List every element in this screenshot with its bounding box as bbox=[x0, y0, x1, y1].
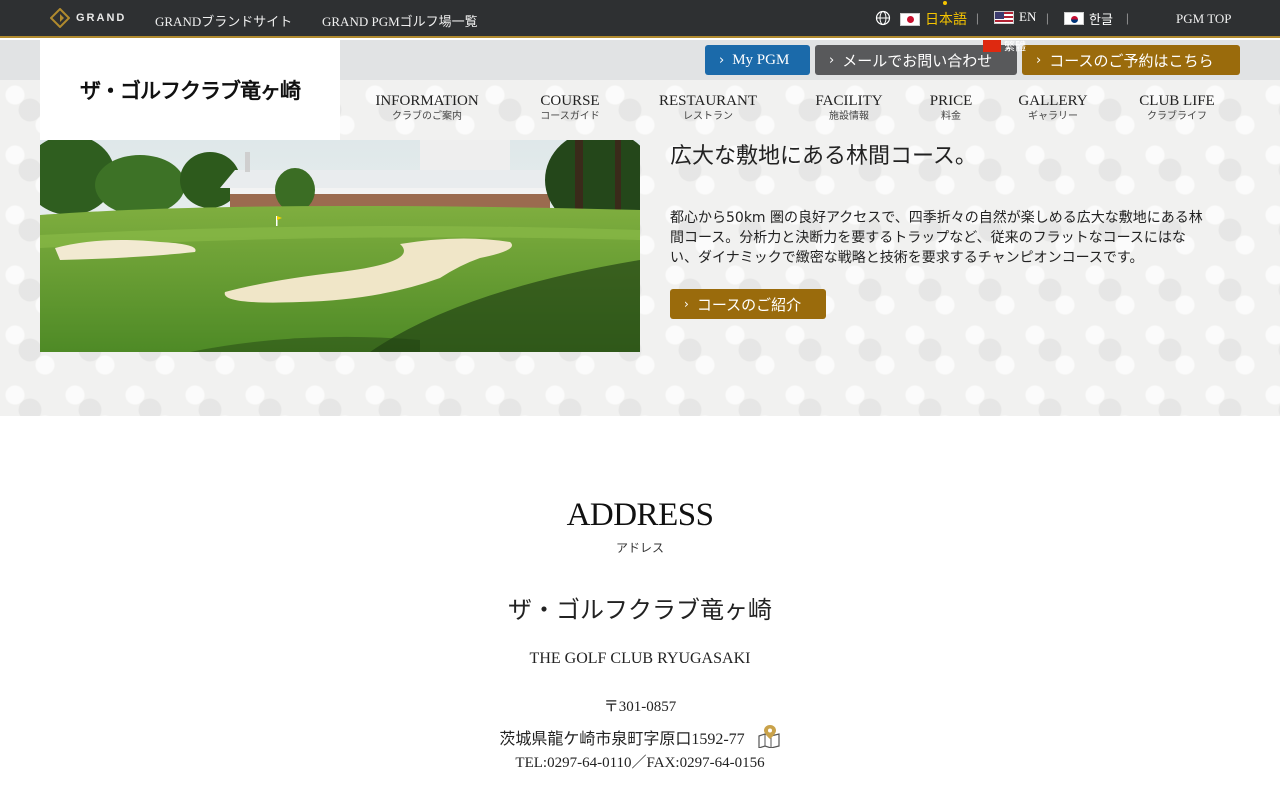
lang-korean[interactable]: 한글 bbox=[1064, 9, 1113, 28]
nav-facility[interactable]: FACILITY 施設情報 bbox=[815, 93, 882, 124]
nav-price-label: PRICE bbox=[929, 93, 973, 109]
grand-pgm-course-list-link[interactable]: GRAND PGMゴルフ場一覧 bbox=[322, 11, 478, 30]
nav-course-sublabel: コースガイド bbox=[540, 111, 600, 122]
china-flag-icon bbox=[983, 40, 1001, 52]
japan-flag-icon bbox=[900, 12, 920, 26]
my-pgm-button[interactable]: › My PGM bbox=[705, 45, 810, 75]
course-introduction-button-label: コースのご紹介 bbox=[696, 295, 802, 314]
grand-logo[interactable]: GRAND bbox=[50, 8, 126, 28]
usa-flag-icon bbox=[994, 10, 1014, 24]
grand-brand-site-link[interactable]: GRANDブランドサイト bbox=[155, 11, 292, 30]
chevron-right-icon: › bbox=[719, 52, 725, 68]
nav-information-label: INFORMATION bbox=[375, 93, 479, 109]
nav-club-life[interactable]: CLUB LIFE クラブライフ bbox=[1139, 93, 1214, 124]
nav-price-sublabel: 料金 bbox=[940, 111, 961, 122]
course-introduction-button[interactable]: › コースのご紹介 bbox=[670, 289, 826, 319]
course-reservation-button[interactable]: › コースのご予約はこちら bbox=[1022, 45, 1240, 75]
separator: | bbox=[976, 10, 979, 25]
golf-course-image bbox=[40, 140, 640, 352]
nav-club-life-label: CLUB LIFE bbox=[1139, 93, 1215, 109]
globe-icon bbox=[875, 10, 891, 26]
postal-code: 〒301-0857 bbox=[603, 699, 677, 715]
course-description: 都心から50km 圏の良好アクセスで、四季折々の自然が楽しめる広大な敷地にある林… bbox=[670, 210, 1203, 266]
nav-gallery-sublabel: ギャラリー bbox=[1027, 111, 1078, 122]
separator: | bbox=[1046, 10, 1049, 25]
top-bar: GRAND GRANDブランドサイト GRAND PGMゴルフ場一覧 日本語 |… bbox=[0, 0, 1280, 38]
separator: | bbox=[1126, 10, 1129, 25]
lang-japanese-label: 日本語 bbox=[925, 13, 967, 28]
nav-information-sublabel: クラブのご案内 bbox=[392, 111, 462, 122]
lang-chinese[interactable]: 繁體 bbox=[983, 38, 1026, 54]
grand-logo-mark-icon bbox=[50, 8, 70, 28]
chevron-right-icon: › bbox=[684, 297, 689, 311]
club-name-en: THE GOLF CLUB RYUGASAKI bbox=[529, 650, 751, 667]
active-language-dot bbox=[943, 1, 947, 5]
club-name-ja: ザ・ゴルフクラブ竜ヶ崎 bbox=[508, 596, 772, 624]
nav-facility-label: FACILITY bbox=[815, 93, 883, 109]
course-reservation-button-label: コースのご予約はこちら bbox=[1049, 53, 1214, 70]
course-title: 広大な敷地にある林間コース。 bbox=[670, 144, 977, 169]
nav-course-label: COURSE bbox=[540, 93, 600, 109]
chevron-right-icon: › bbox=[1036, 52, 1042, 68]
lang-japanese[interactable]: 日本語 bbox=[900, 9, 967, 29]
map-pin-icon[interactable] bbox=[757, 724, 781, 748]
nav-course[interactable]: COURSE コースガイド bbox=[540, 93, 600, 124]
lang-english-label: EN bbox=[1019, 9, 1037, 24]
street-address: 茨城県龍ケ崎市泉町字原口1592-77 bbox=[499, 731, 745, 748]
nav-price[interactable]: PRICE 料金 bbox=[930, 93, 973, 124]
site-logo[interactable]: ザ・ゴルフクラブ竜ヶ崎 bbox=[40, 40, 340, 140]
chevron-right-icon: › bbox=[829, 52, 835, 68]
grand-logo-text: GRAND bbox=[76, 12, 127, 24]
nav-restaurant-sublabel: レストラン bbox=[683, 111, 733, 122]
course-photo bbox=[40, 140, 640, 352]
korea-flag-icon bbox=[1064, 12, 1084, 25]
pgm-top-link[interactable]: PGM TOP bbox=[1176, 11, 1232, 27]
site-logo-text: ザ・ゴルフクラブ竜ヶ崎 bbox=[80, 79, 301, 103]
nav-club-life-sublabel: クラブライフ bbox=[1146, 111, 1207, 122]
address-heading-ja: アドレス bbox=[615, 541, 664, 555]
nav-restaurant-label: RESTAURANT bbox=[659, 93, 757, 109]
my-pgm-button-label: My PGM bbox=[732, 51, 790, 68]
address-line: 茨城県龍ケ崎市泉町字原口1592-77 bbox=[0, 724, 1280, 749]
lang-korean-label: 한글 bbox=[1089, 13, 1113, 28]
lang-english[interactable]: EN bbox=[994, 9, 1036, 25]
nav-restaurant[interactable]: RESTAURANT レストラン bbox=[659, 93, 757, 124]
mail-inquiry-button-label: メールでお問い合わせ bbox=[842, 53, 993, 70]
nav-facility-sublabel: 施設情報 bbox=[829, 111, 869, 122]
address-heading: ADDRESS bbox=[566, 497, 714, 533]
nav-gallery[interactable]: GALLERY ギャラリー bbox=[1018, 93, 1087, 124]
lang-chinese-label: 繁體 bbox=[1004, 41, 1026, 53]
nav-information[interactable]: INFORMATION クラブのご案内 bbox=[375, 93, 478, 124]
tel-fax: TEL:0297-64-0110／FAX:0297-64-0156 bbox=[515, 755, 765, 771]
nav-gallery-label: GALLERY bbox=[1018, 93, 1088, 109]
